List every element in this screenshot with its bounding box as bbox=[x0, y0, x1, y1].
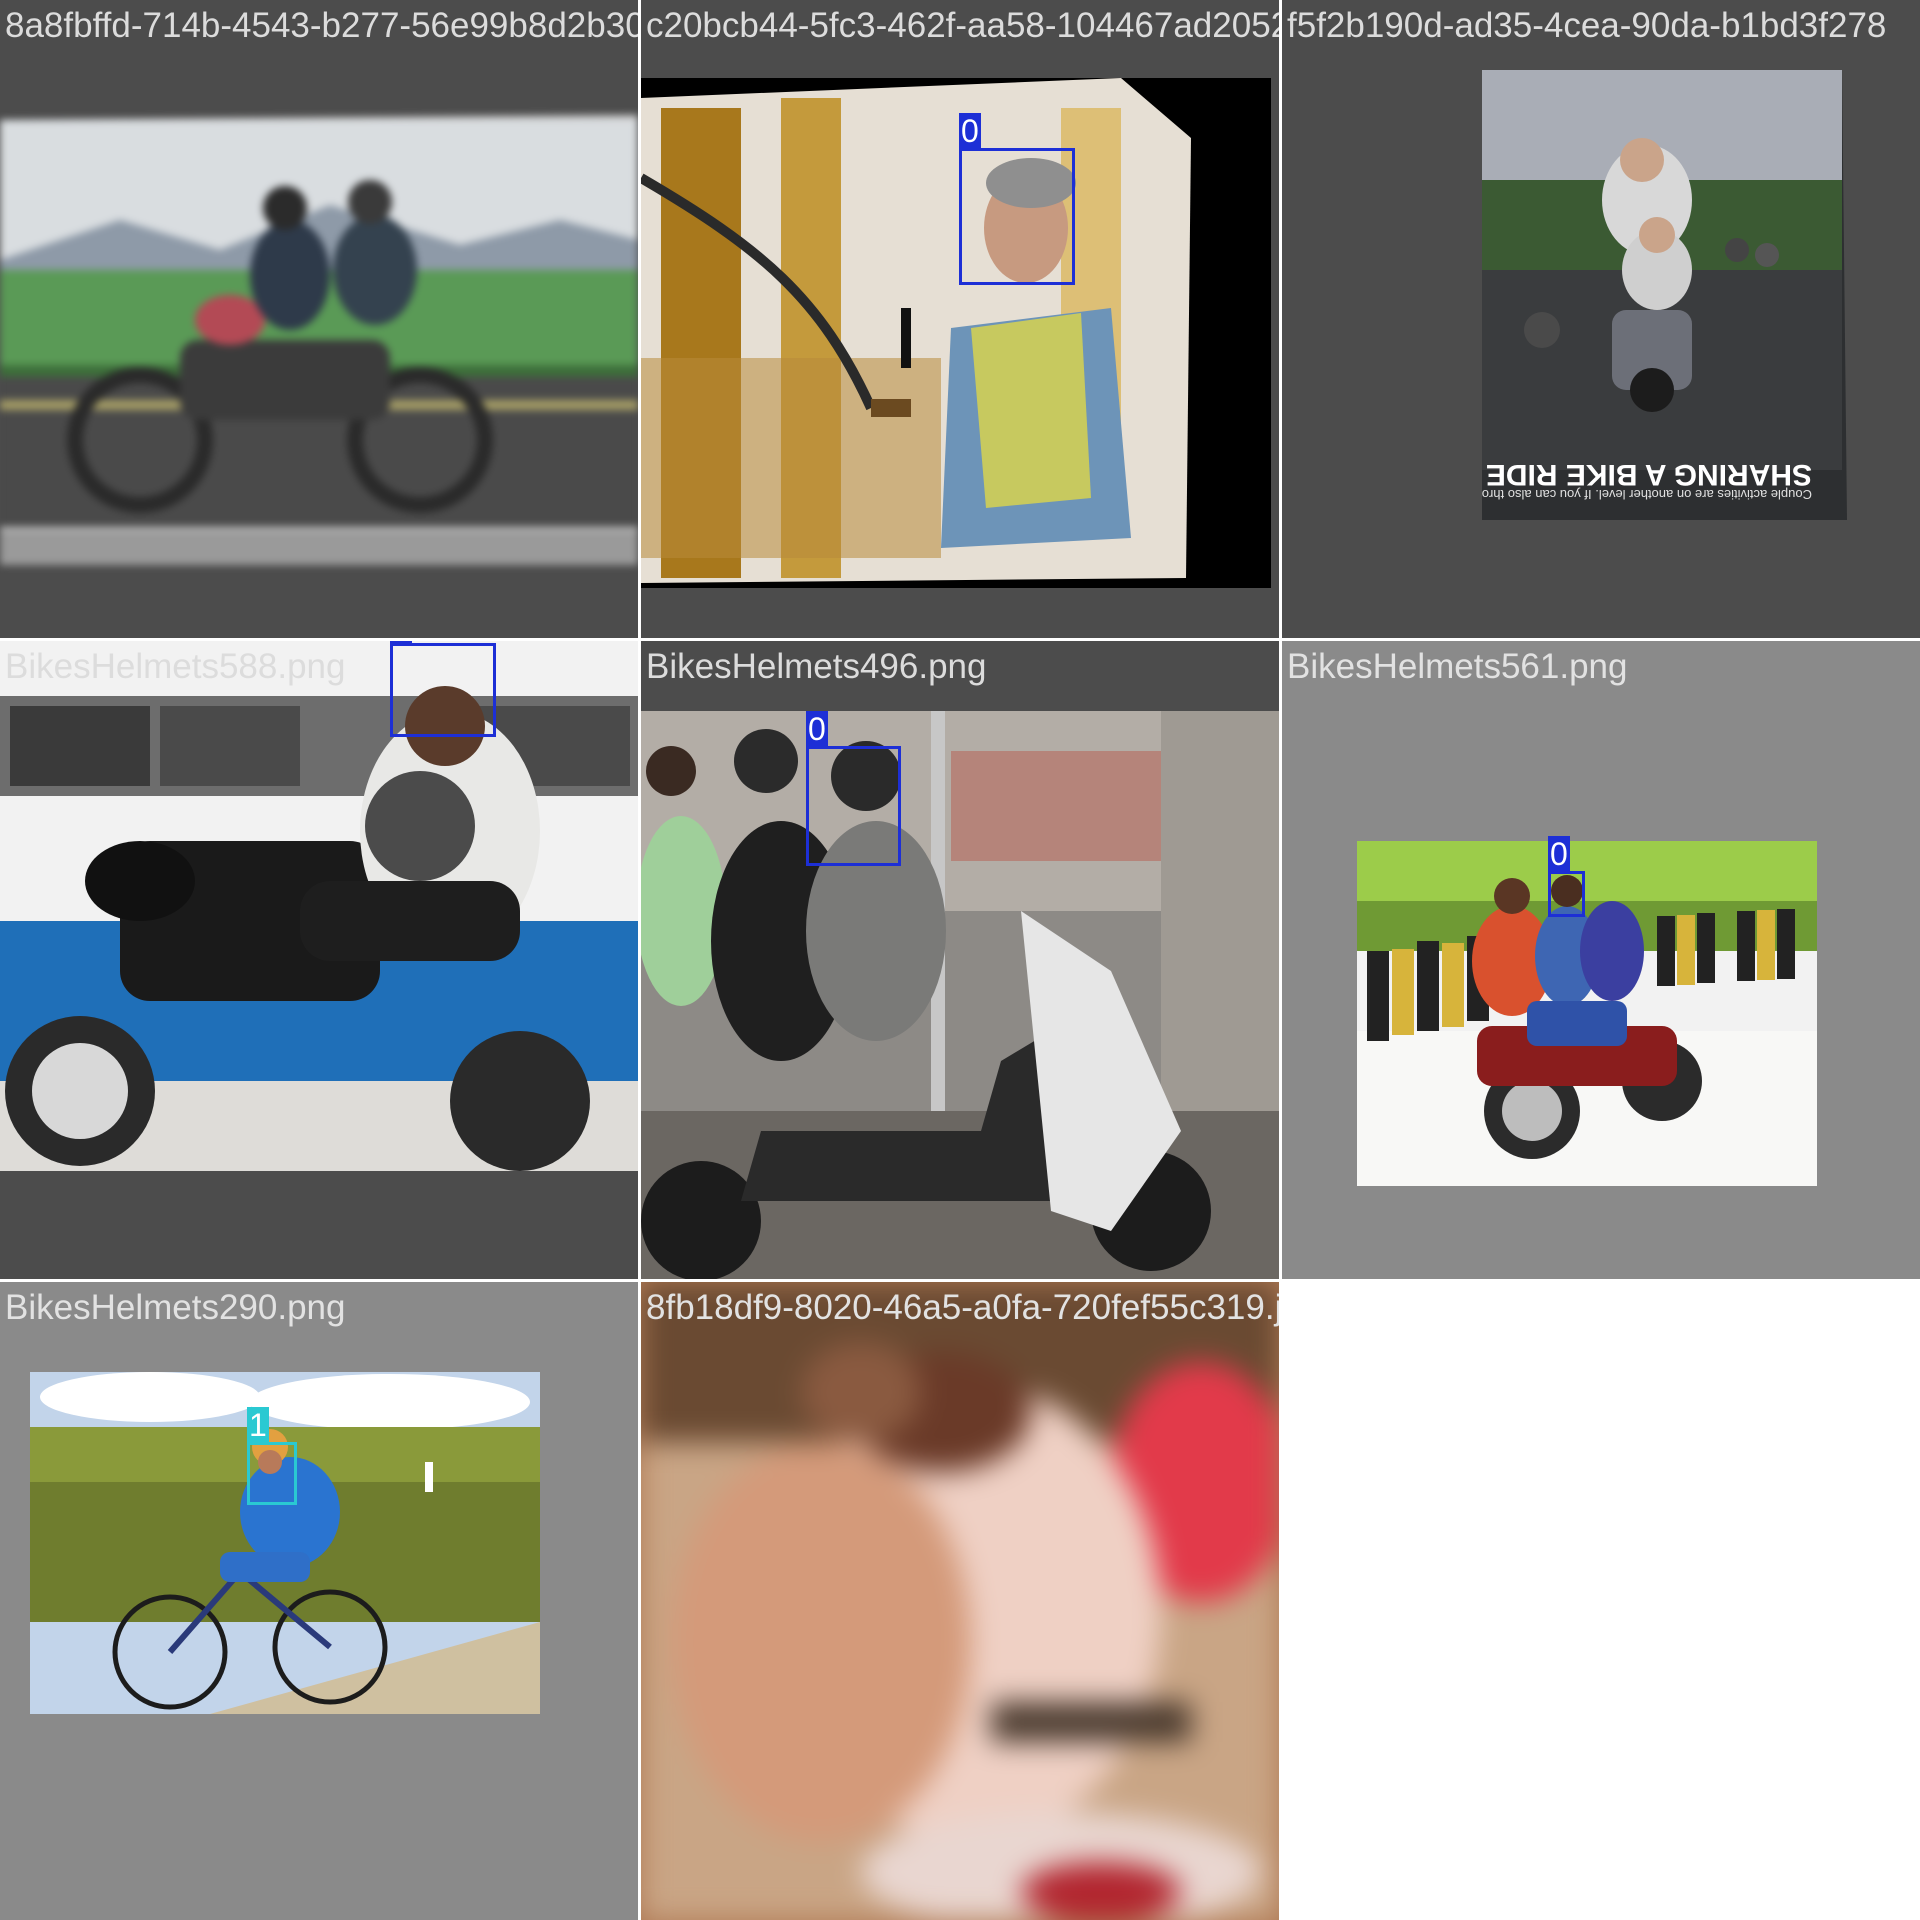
tile-4-box-label: 0 bbox=[390, 641, 412, 644]
tile-2-detection-box: 0 bbox=[959, 113, 1075, 285]
tile-4-photo bbox=[0, 641, 638, 1171]
tile-7-filename: BikesHelmets290.png bbox=[5, 1288, 346, 1327]
tile-6-box-label: 0 bbox=[1548, 836, 1570, 872]
tile-8-photo bbox=[641, 1282, 1279, 1920]
tile-2: 0 c20bcb44-5fc3-462f-aa58-104467ad2052.j… bbox=[641, 0, 1279, 638]
tile-3: SHARING A BIKE RIDE Couple activities ar… bbox=[1282, 0, 1920, 638]
tile-5: 0 BikesHelmets496.png bbox=[641, 641, 1279, 1279]
tile-5-box-label: 0 bbox=[806, 711, 828, 747]
tile-5-detection-box: 0 bbox=[806, 711, 901, 866]
tile-5-photo bbox=[641, 711, 1279, 1279]
tile-6-filename: BikesHelmets561.png bbox=[1287, 647, 1628, 686]
tile-3-photo: SHARING A BIKE RIDE Couple activities ar… bbox=[1482, 70, 1847, 520]
tile-1-filename: 8a8fbffd-714b-4543-b277-56e99b8d2b30.jpg bbox=[5, 6, 638, 45]
tile-6-photo bbox=[1357, 841, 1817, 1186]
tile-1-photo bbox=[0, 115, 638, 565]
tile-2-filename: c20bcb44-5fc3-462f-aa58-104467ad2052.jpg bbox=[646, 6, 1279, 45]
mosaic-grid: 8a8fbffd-714b-4543-b277-56e99b8d2b30.jpg… bbox=[0, 0, 1920, 1920]
tile-3-poster-headline: SHARING A BIKE RIDE bbox=[1486, 458, 1812, 491]
tile-5-filename: BikesHelmets496.png bbox=[646, 647, 987, 686]
tile-4-filename: BikesHelmets588.png bbox=[5, 647, 346, 686]
tile-8-filename: 8fb18df9-8020-46a5-a0fa-720fef55c319.jpg bbox=[646, 1288, 1279, 1327]
tile-7-box-label: 1 bbox=[247, 1407, 269, 1443]
tile-2-photo bbox=[641, 78, 1271, 588]
tile-7-detection-box: 1 bbox=[247, 1407, 297, 1505]
tile-3-filename: f5f2b190d-ad35-4cea-90da-b1bd3f278 bbox=[1287, 6, 1887, 45]
tile-8: 8fb18df9-8020-46a5-a0fa-720fef55c319.jpg bbox=[641, 1282, 1279, 1920]
tile-9-empty bbox=[1282, 1282, 1920, 1920]
tile-7: 1 BikesHelmets290.png bbox=[0, 1282, 638, 1920]
tile-4: 0 BikesHelmets588.png bbox=[0, 641, 638, 1279]
tile-4-detection-box: 0 bbox=[390, 641, 496, 737]
tile-7-photo bbox=[30, 1372, 540, 1714]
tile-6-detection-box: 0 bbox=[1548, 836, 1585, 917]
tile-2-box-label: 0 bbox=[959, 113, 981, 149]
tile-1: 8a8fbffd-714b-4543-b277-56e99b8d2b30.jpg bbox=[0, 0, 638, 638]
tile-3-poster-body: Couple activities are on another level. … bbox=[1482, 487, 1812, 502]
tile-6: 0 BikesHelmets561.png bbox=[1282, 641, 1920, 1279]
